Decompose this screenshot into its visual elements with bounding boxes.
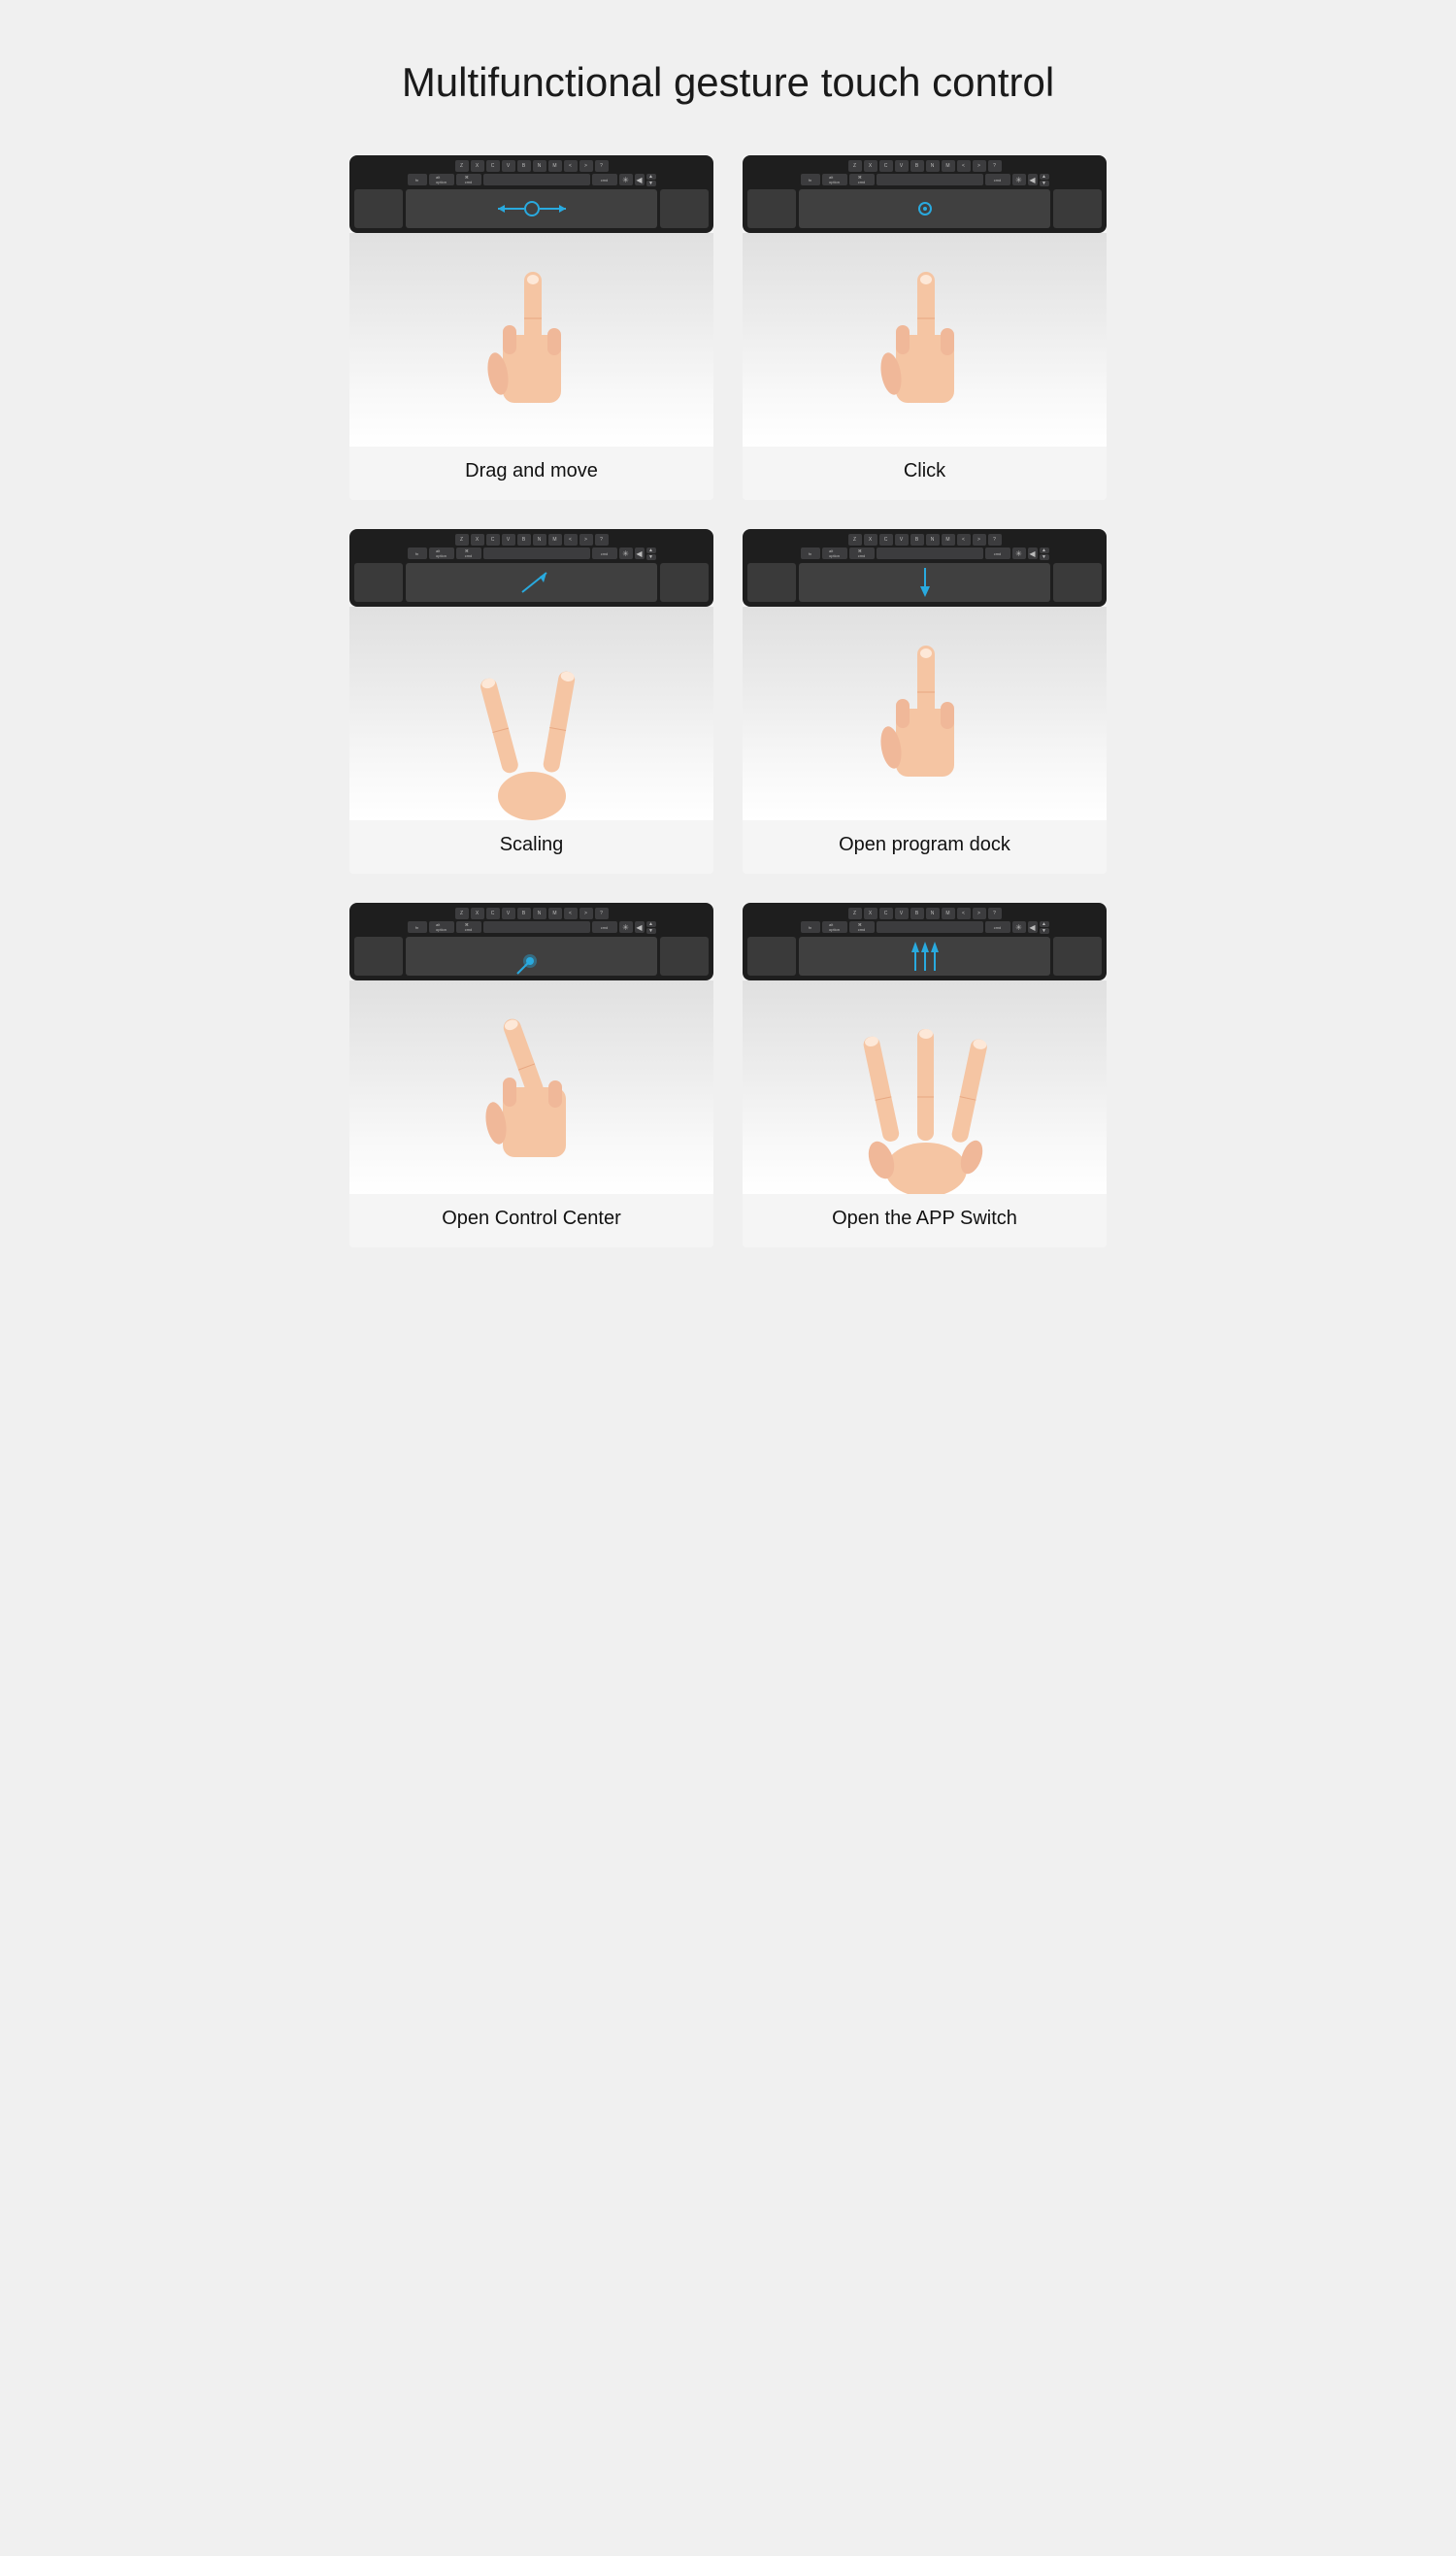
- keyboard-scaling: Z X C V B N M < > ? fn altoption ⌘cmd cm…: [349, 529, 713, 560]
- page-title: Multifunctional gesture touch control: [349, 58, 1107, 107]
- hand-area-scaling: [349, 607, 713, 820]
- keyboard-click: Z X C V B N M < > ? fn altoption ⌘cmd cm…: [743, 155, 1107, 186]
- keyboard-drag-move: Z X C V B N M < > ? fn altoption ⌘cmd cm…: [349, 155, 713, 186]
- hand-area-drag-move: [349, 233, 713, 447]
- hand-drag-move-icon: [445, 252, 619, 447]
- caption-open-program-dock: Open program dock: [743, 820, 1107, 874]
- hand-area-click: [743, 233, 1107, 447]
- keyboard-open-program-dock: Z X C V B N M < > ? fn altoption ⌘cmd cm…: [743, 529, 1107, 560]
- gesture-cell-open-control-center: Z X C V B N M < > ? fn altoption ⌘cmd cm…: [349, 903, 713, 1247]
- hand-area-open-app-switch: [743, 980, 1107, 1194]
- gesture-cell-open-program-dock: Z X C V B N M < > ? fn altoption ⌘cmd cm…: [743, 529, 1107, 874]
- caption-click: Click: [743, 447, 1107, 500]
- caption-drag-move: Drag and move: [349, 447, 713, 500]
- keyboard-open-app-switch: Z X C V B N M < > ? fn altoption ⌘cmd cm…: [743, 903, 1107, 934]
- caption-open-control-center: Open Control Center: [349, 1194, 713, 1247]
- control-center-touch-icon: [503, 937, 561, 976]
- hand-area-open-control-center: [349, 980, 713, 1194]
- hand-open-control-center-icon: [445, 990, 619, 1194]
- app-switch-arrows-icon: [896, 937, 954, 976]
- click-dot-icon: [910, 194, 940, 223]
- hand-click-icon: [838, 252, 1012, 447]
- gesture-cell-click: Z X C V B N M < > ? fn altoption ⌘cmd cm…: [743, 155, 1107, 500]
- page-wrapper: Multifunctional gesture touch control Z …: [320, 0, 1136, 1306]
- gesture-grid: Z X C V B N M < > ? fn altoption ⌘cmd cm…: [349, 155, 1107, 1247]
- hand-open-program-dock-icon: [838, 626, 1012, 820]
- scaling-arrow-icon: [503, 563, 561, 602]
- down-arrow-icon: [910, 563, 940, 602]
- gesture-cell-open-app-switch: Z X C V B N M < > ? fn altoption ⌘cmd cm…: [743, 903, 1107, 1247]
- caption-scaling: Scaling: [349, 820, 713, 874]
- drag-arrows-icon: [493, 194, 571, 223]
- keyboard-open-control-center: Z X C V B N M < > ? fn altoption ⌘cmd cm…: [349, 903, 713, 934]
- gesture-cell-scaling: Z X C V B N M < > ? fn altoption ⌘cmd cm…: [349, 529, 713, 874]
- caption-open-app-switch: Open the APP Switch: [743, 1194, 1107, 1247]
- gesture-cell-drag-move: Z X C V B N M < > ? fn altoption ⌘cmd cm…: [349, 155, 713, 500]
- hand-area-open-program-dock: [743, 607, 1107, 820]
- hand-open-app-switch-icon: [828, 990, 1022, 1194]
- hand-scaling-icon: [435, 616, 629, 820]
